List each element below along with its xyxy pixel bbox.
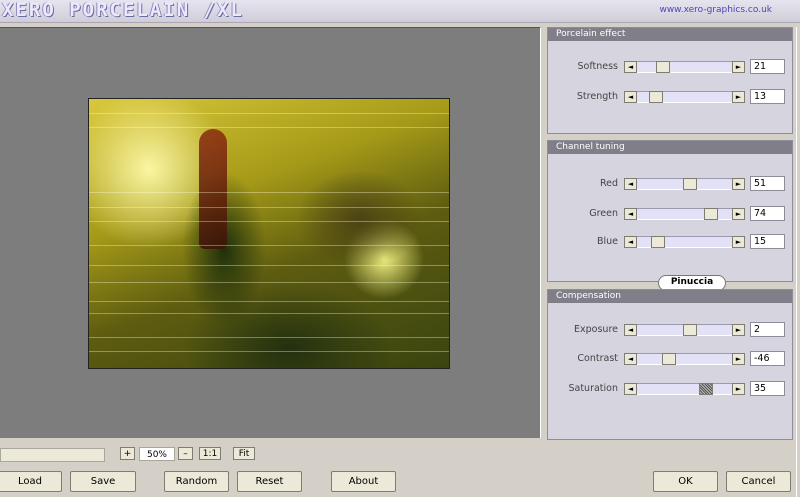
group-title: Porcelain effect — [548, 28, 792, 41]
blue-row: Blue ◄ ► 15 — [548, 234, 792, 249]
app-logo: XERO PORCELAIN /XL — [2, 0, 244, 21]
strength-row: Strength ◄ ► 13 — [548, 89, 792, 104]
saturation-input[interactable]: 35 — [750, 381, 785, 396]
red-slider[interactable] — [637, 178, 742, 190]
slider-thumb[interactable] — [704, 208, 718, 220]
arrow-left-icon[interactable]: ◄ — [624, 383, 637, 395]
saturation-label: Saturation — [568, 383, 618, 394]
zoom-toolbar: + 50% – 1:1 Fit — [0, 446, 540, 462]
contrast-slider[interactable] — [637, 353, 742, 365]
blue-input[interactable]: 15 — [750, 234, 785, 249]
red-label: Red — [599, 178, 618, 189]
saturation-row: Saturation ◄ ► 35 — [548, 381, 792, 396]
zoom-fit-button[interactable]: Fit — [233, 447, 255, 460]
softness-slider[interactable] — [637, 61, 742, 73]
reset-button[interactable]: Reset — [237, 471, 302, 492]
compensation-group: Compensation Exposure ◄ ► 2 Contrast ◄ ►… — [547, 289, 793, 440]
arrow-right-icon[interactable]: ► — [732, 324, 745, 336]
arrow-right-icon[interactable]: ► — [732, 383, 745, 395]
arrow-right-icon[interactable]: ► — [732, 61, 745, 73]
ok-button[interactable]: OK — [653, 471, 718, 492]
zoom-actual-size-button[interactable]: 1:1 — [199, 447, 221, 460]
about-button[interactable]: About — [331, 471, 396, 492]
arrow-left-icon[interactable]: ◄ — [624, 324, 637, 336]
arrow-left-icon[interactable]: ◄ — [624, 236, 637, 248]
preview-area[interactable] — [0, 27, 541, 438]
arrow-left-icon[interactable]: ◄ — [624, 61, 637, 73]
preview-image[interactable] — [88, 98, 450, 369]
image-figure — [199, 129, 227, 249]
slider-thumb[interactable] — [683, 324, 697, 336]
green-label: Green — [589, 208, 618, 219]
blue-label: Blue — [596, 236, 618, 247]
green-slider[interactable] — [637, 208, 742, 220]
strength-input[interactable]: 13 — [750, 89, 785, 104]
exposure-row: Exposure ◄ ► 2 — [548, 322, 792, 337]
zoom-in-button[interactable]: + — [120, 447, 135, 460]
exposure-label: Exposure — [574, 324, 618, 335]
random-button[interactable]: Random — [164, 471, 229, 492]
arrow-left-icon[interactable]: ◄ — [624, 353, 637, 365]
slider-thumb[interactable] — [649, 91, 663, 103]
slider-thumb[interactable] — [651, 236, 665, 248]
arrow-right-icon[interactable]: ► — [732, 91, 745, 103]
progress-bar — [0, 448, 105, 462]
title-bar: XERO PORCELAIN /XL www.xero-graphics.co.… — [0, 0, 800, 23]
slider-thumb[interactable] — [656, 61, 670, 73]
zoom-level: 50% — [139, 447, 175, 461]
softness-label: Softness — [577, 61, 618, 72]
green-input[interactable]: 74 — [750, 206, 785, 221]
softness-input[interactable]: 21 — [750, 59, 785, 74]
arrow-left-icon[interactable]: ◄ — [624, 208, 637, 220]
strength-label: Strength — [576, 91, 618, 102]
arrow-left-icon[interactable]: ◄ — [624, 91, 637, 103]
slider-thumb[interactable] — [683, 178, 697, 190]
arrow-right-icon[interactable]: ► — [732, 208, 745, 220]
group-title: Compensation — [548, 290, 792, 303]
contrast-input[interactable]: -46 — [750, 351, 785, 366]
red-input[interactable]: 51 — [750, 176, 785, 191]
load-button[interactable]: Load — [0, 471, 62, 492]
saturation-slider[interactable] — [637, 383, 742, 395]
green-row: Green ◄ ► 74 — [548, 206, 792, 221]
save-button[interactable]: Save — [70, 471, 136, 492]
softness-row: Softness ◄ ► 21 — [548, 59, 792, 74]
blue-slider[interactable] — [637, 236, 742, 248]
channel-tuning-group: Channel tuning Red ◄ ► 51 Green ◄ ► 74 B… — [547, 140, 793, 282]
window-edge — [796, 27, 797, 497]
arrow-right-icon[interactable]: ► — [732, 353, 745, 365]
exposure-slider[interactable] — [637, 324, 742, 336]
group-title: Channel tuning — [548, 141, 792, 154]
arrow-right-icon[interactable]: ► — [732, 178, 745, 190]
slider-thumb[interactable] — [662, 353, 676, 365]
arrow-right-icon[interactable]: ► — [732, 236, 745, 248]
contrast-row: Contrast ◄ ► -46 — [548, 351, 792, 366]
strength-slider[interactable] — [637, 91, 742, 103]
red-row: Red ◄ ► 51 — [548, 176, 792, 191]
arrow-left-icon[interactable]: ◄ — [624, 178, 637, 190]
exposure-input[interactable]: 2 — [750, 322, 785, 337]
website-link[interactable]: www.xero-graphics.co.uk — [659, 5, 772, 15]
cancel-button[interactable]: Cancel — [726, 471, 791, 492]
porcelain-effect-group: Porcelain effect Softness ◄ ► 21 Strengt… — [547, 27, 793, 134]
zoom-out-button[interactable]: – — [178, 447, 193, 460]
slider-thumb[interactable] — [699, 383, 713, 395]
contrast-label: Contrast — [577, 353, 618, 364]
